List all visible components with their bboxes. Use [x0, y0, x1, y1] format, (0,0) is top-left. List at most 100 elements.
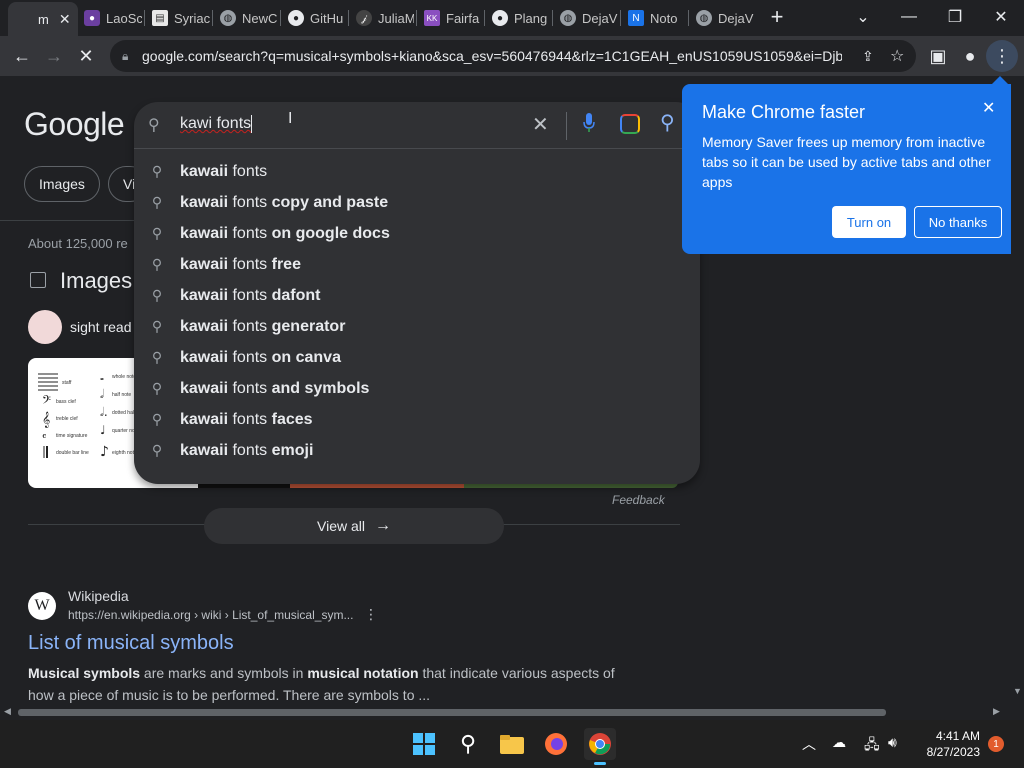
google-lens-icon[interactable]	[620, 114, 640, 134]
onedrive-icon[interactable]: ☁	[832, 734, 846, 751]
tab-label: m	[38, 11, 49, 27]
suggestion-item[interactable]: ⚲ kawaii fonts dafont	[134, 280, 700, 311]
globe-icon: ◍	[696, 10, 712, 26]
tab-label: JuliaM	[378, 10, 414, 26]
search-icon: ⚲	[151, 318, 163, 334]
thumb-label: treble clef	[56, 416, 78, 422]
bookmark-star-icon[interactable]: ☆	[890, 46, 904, 66]
suggestion-item[interactable]: ⚲ kawaii fonts generator	[134, 311, 700, 342]
search-icon: ⚲	[151, 163, 163, 179]
close-window-button[interactable]: ✕	[978, 0, 1024, 34]
images-filter-chip[interactable]: Images	[24, 166, 100, 202]
chrome-menu-icon[interactable]: ⋮	[986, 40, 1018, 72]
address-bar[interactable]: 🔒︎ google.com/search?q=musical+symbols+k…	[110, 40, 916, 72]
snippet-bold: Musical symbols	[28, 665, 141, 681]
scroll-left-arrow-icon[interactable]: ◀	[4, 706, 11, 717]
tab-separator	[620, 10, 621, 26]
scroll-right-arrow-icon[interactable]: ▶	[993, 706, 1000, 717]
result-more-options-icon[interactable]: ⋮	[364, 606, 378, 623]
result-favicon[interactable]: W	[28, 592, 56, 620]
search-icon: ⚲	[151, 442, 163, 458]
search-submit-icon[interactable]: ⚲	[660, 110, 675, 135]
profile-icon[interactable]: ●	[954, 40, 986, 72]
firefox-icon[interactable]	[540, 728, 572, 760]
clock[interactable]: 4:41 AM 8/27/2023	[910, 728, 980, 760]
suggestion-bold: and symbols	[267, 379, 370, 397]
suggestion-bold: copy and paste	[267, 193, 389, 211]
tab-dejav-1[interactable]: ◍ DejaV	[560, 4, 618, 32]
suggestion-item[interactable]: ⚲ kawaii fonts on google docs	[134, 218, 700, 249]
suggestion-bold: dafont	[267, 286, 321, 304]
suggestion-item[interactable]: ⚲ kawaii fonts	[134, 156, 700, 187]
svg-text:♩: ♩	[100, 423, 106, 437]
url-text[interactable]: google.com/search?q=musical+symbols+kian…	[142, 48, 842, 64]
suggestion-item[interactable]: ⚲ kawaii fonts copy and paste	[134, 187, 700, 218]
tab-fairfax[interactable]: KK Fairfa	[424, 4, 482, 32]
suggestion-item[interactable]: ⚲ kawaii fonts free	[134, 249, 700, 280]
volume-icon[interactable]: 🔊︎	[888, 734, 897, 751]
scroll-down-arrow-icon[interactable]: ▼	[1013, 686, 1022, 696]
tab-search-dropdown-icon[interactable]: ⌄	[840, 0, 886, 34]
forward-button[interactable]: →	[38, 40, 70, 72]
maximize-button[interactable]: ❐	[932, 0, 978, 34]
suggestion-item[interactable]: ⚲ kawaii fonts and symbols	[134, 373, 700, 404]
suggestion-text: fonts	[228, 255, 268, 273]
suggestion-item[interactable]: ⚲ kawaii fonts on canva	[134, 342, 700, 373]
network-icon[interactable]: 🖧︎	[864, 734, 880, 758]
feedback-link[interactable]: Feedback	[612, 493, 665, 507]
vertical-scrollbar[interactable]: ▼	[1011, 76, 1024, 704]
show-hidden-icons-chevron-icon[interactable]: ︿	[802, 734, 816, 754]
stop-loading-button[interactable]: ✕	[70, 40, 102, 72]
chrome-memory-saver-promo: Make Chrome faster ✕ Memory Saver frees …	[682, 76, 1011, 254]
horizontal-scrollbar[interactable]: ◀ ▶	[0, 704, 1024, 720]
back-button[interactable]: ←	[6, 40, 38, 72]
tab-laoscript[interactable]: ● LaoSc	[84, 4, 142, 32]
search-icon: ⚲	[151, 194, 163, 210]
minimize-button[interactable]: —	[886, 0, 932, 34]
thumb-label: double bar line	[56, 450, 89, 456]
tab-syriac[interactable]: ▤ Syriac	[152, 4, 210, 32]
noto-favicon-icon: N	[628, 10, 644, 26]
search-taskbar-icon[interactable]: ⚲	[452, 728, 484, 760]
tab-noto[interactable]: N Noto	[628, 4, 686, 32]
tab-newc[interactable]: ◍ NewC	[220, 4, 278, 32]
no-thanks-button[interactable]: No thanks	[914, 206, 1002, 238]
start-button[interactable]	[408, 728, 440, 760]
fairfax-favicon-icon: KK	[424, 10, 440, 26]
suggestion-item[interactable]: ⚲ kawaii fonts faces	[134, 404, 700, 435]
turn-on-button[interactable]: Turn on	[832, 206, 906, 238]
close-promo-icon[interactable]: ✕	[982, 98, 1000, 117]
image-suggestion-chip[interactable]: sight read	[28, 310, 131, 344]
search-icon: ⚲	[151, 256, 163, 272]
file-explorer-icon[interactable]	[496, 728, 528, 760]
suggestion-bold: free	[267, 255, 301, 273]
images-heading: Images	[60, 268, 133, 293]
tab-github[interactable]: ● GitHu	[288, 4, 346, 32]
snippet-text: are marks and symbols in	[140, 665, 308, 681]
notification-badge[interactable]: 1	[988, 736, 1004, 752]
side-panel-icon[interactable]: ▣	[922, 40, 954, 72]
result-title-link[interactable]: List of musical symbols	[28, 632, 234, 655]
svg-text:𝅗𝅥.: 𝅗𝅥.	[100, 405, 108, 419]
clear-search-icon[interactable]: ✕	[532, 112, 549, 137]
result-url[interactable]: https://en.wikipedia.org › wiki › List_o…	[68, 608, 353, 622]
horizontal-scroll-thumb[interactable]	[18, 709, 886, 716]
chip-label: sight read	[70, 319, 132, 335]
lock-icon: 🔒︎	[122, 49, 129, 63]
new-tab-button[interactable]: +	[754, 0, 800, 34]
result-site-name[interactable]: Wikipedia	[68, 588, 129, 604]
suggestion-bold: on canva	[267, 348, 341, 366]
tab-plang[interactable]: ● Plang	[492, 4, 550, 32]
view-all-button[interactable]: View all →	[204, 508, 504, 544]
chrome-taskbar-icon[interactable]	[584, 728, 616, 760]
tab-active[interactable]: m ✕	[8, 2, 78, 36]
microphone-icon[interactable]	[582, 112, 596, 134]
search-input[interactable]: kawi fonts	[180, 115, 530, 139]
share-icon[interactable]: ⇪	[862, 48, 874, 65]
close-tab-icon[interactable]: ✕	[59, 11, 71, 28]
suggestion-item[interactable]: ⚲ kawaii fonts emoji	[134, 435, 700, 466]
google-logo[interactable]: Google	[24, 106, 125, 143]
tab-dejav-2[interactable]: ◍ DejaV	[696, 4, 754, 32]
suggestion-text: fonts	[228, 224, 268, 242]
tab-juliam[interactable]: 𝒿 JuliaM	[356, 4, 414, 32]
